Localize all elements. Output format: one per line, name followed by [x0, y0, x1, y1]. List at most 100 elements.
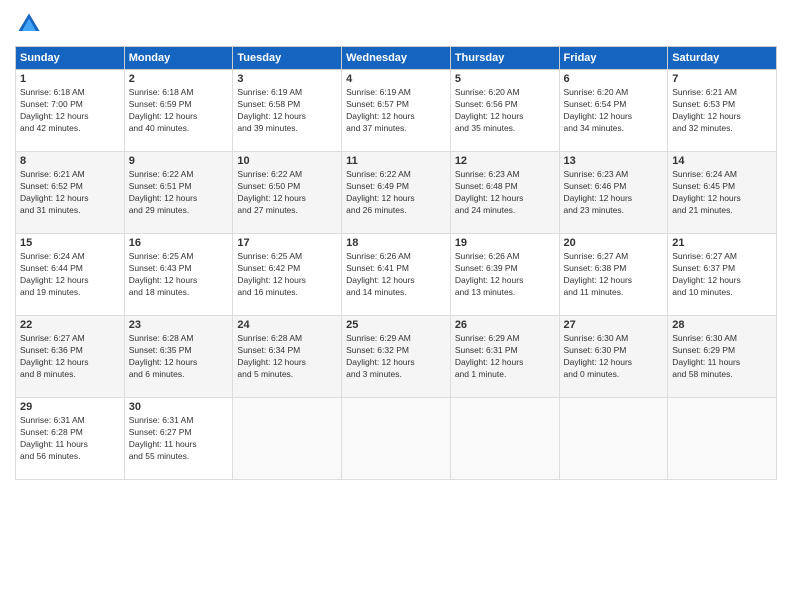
cell-text: Daylight: 12 hours	[237, 357, 337, 369]
col-saturday: Saturday	[668, 47, 777, 70]
cell-text: Daylight: 11 hours	[20, 439, 120, 451]
col-thursday: Thursday	[450, 47, 559, 70]
calendar-cell: 30Sunrise: 6:31 AMSunset: 6:27 PMDayligh…	[124, 398, 233, 480]
calendar-cell: 12Sunrise: 6:23 AMSunset: 6:48 PMDayligh…	[450, 152, 559, 234]
calendar-cell: 21Sunrise: 6:27 AMSunset: 6:37 PMDayligh…	[668, 234, 777, 316]
cell-text: Sunrise: 6:24 AM	[20, 251, 120, 263]
day-number: 22	[20, 319, 120, 331]
cell-text: Sunrise: 6:22 AM	[237, 169, 337, 181]
cell-text: Sunrise: 6:30 AM	[564, 333, 664, 345]
cell-text: Sunrise: 6:25 AM	[237, 251, 337, 263]
cell-text: Sunset: 6:39 PM	[455, 263, 555, 275]
cell-text: Sunrise: 6:21 AM	[672, 87, 772, 99]
col-wednesday: Wednesday	[342, 47, 451, 70]
cell-text: Sunrise: 6:20 AM	[455, 87, 555, 99]
col-monday: Monday	[124, 47, 233, 70]
cell-text: Daylight: 12 hours	[237, 275, 337, 287]
cell-text: Sunset: 6:43 PM	[129, 263, 229, 275]
calendar-cell: 2Sunrise: 6:18 AMSunset: 6:59 PMDaylight…	[124, 70, 233, 152]
day-number: 26	[455, 319, 555, 331]
cell-text: and 14 minutes.	[346, 287, 446, 299]
cell-text: and 5 minutes.	[237, 369, 337, 381]
cell-text: Daylight: 12 hours	[672, 275, 772, 287]
cell-text: Sunset: 6:52 PM	[20, 181, 120, 193]
cell-text: Daylight: 12 hours	[237, 111, 337, 123]
day-number: 6	[564, 73, 664, 85]
calendar-cell	[559, 398, 668, 480]
cell-text: Sunrise: 6:28 AM	[129, 333, 229, 345]
cell-text: Daylight: 12 hours	[455, 193, 555, 205]
day-number: 2	[129, 73, 229, 85]
day-number: 18	[346, 237, 446, 249]
cell-text: Sunset: 6:56 PM	[455, 99, 555, 111]
week-row-4: 22 Sunrise: 6:27 AMSunset: 6:36 PM Dayligh…	[16, 316, 777, 398]
col-sunday: Sunday	[16, 47, 125, 70]
day-number: 4	[346, 73, 446, 85]
cell-text: Sunrise: 6:25 AM	[129, 251, 229, 263]
cell-text: Sunrise: 6:28 AM	[237, 333, 337, 345]
calendar-cell: 15Sunrise: 6:24 AMSunset: 6:44 PMDayligh…	[16, 234, 125, 316]
cell-text: Daylight: 12 hours	[20, 275, 120, 287]
cell-text: and 1 minute.	[455, 369, 555, 381]
cell-text: Sunset: 6:27 PM	[129, 427, 229, 439]
day-number: 17	[237, 237, 337, 249]
cell-text: Sunset: 6:36 PM	[20, 345, 120, 357]
day-number: 28	[672, 319, 772, 331]
cell-text: and 19 minutes.	[20, 287, 120, 299]
day-number: 30	[129, 401, 229, 413]
calendar-cell: 22Sunrise: 6:27 AMSunset: 6:36 PMDayligh…	[16, 316, 125, 398]
cell-text: Sunset: 6:59 PM	[129, 99, 229, 111]
calendar-cell: 17Sunrise: 6:25 AMSunset: 6:42 PMDayligh…	[233, 234, 342, 316]
cell-text: Sunset: 6:38 PM	[564, 263, 664, 275]
logo	[15, 10, 47, 38]
cell-text: and 10 minutes.	[672, 287, 772, 299]
cell-text: Sunset: 6:44 PM	[20, 263, 120, 275]
day-number: 16	[129, 237, 229, 249]
header	[15, 10, 777, 38]
cell-text: Daylight: 12 hours	[20, 111, 120, 123]
cell-text: and 39 minutes.	[237, 123, 337, 135]
cell-text: Daylight: 11 hours	[129, 439, 229, 451]
cell-text: Sunset: 6:54 PM	[564, 99, 664, 111]
cell-text: Daylight: 11 hours	[672, 357, 772, 369]
cell-text: and 0 minutes.	[564, 369, 664, 381]
cell-text: Sunset: 6:30 PM	[564, 345, 664, 357]
header-row: Sunday Monday Tuesday Wednesday Thursday…	[16, 47, 777, 70]
cell-text: Daylight: 12 hours	[455, 357, 555, 369]
calendar-cell: 13Sunrise: 6:23 AMSunset: 6:46 PMDayligh…	[559, 152, 668, 234]
cell-text: Sunrise: 6:27 AM	[20, 333, 120, 345]
calendar-cell: 20Sunrise: 6:27 AMSunset: 6:38 PMDayligh…	[559, 234, 668, 316]
cell-text: Daylight: 12 hours	[346, 357, 446, 369]
calendar-cell: 3Sunrise: 6:19 AMSunset: 6:58 PMDaylight…	[233, 70, 342, 152]
cell-text: Sunrise: 6:24 AM	[672, 169, 772, 181]
cell-text: Sunrise: 6:30 AM	[672, 333, 772, 345]
day-number: 21	[672, 237, 772, 249]
cell-text: Daylight: 12 hours	[672, 111, 772, 123]
cell-text: Sunrise: 6:23 AM	[564, 169, 664, 181]
cell-text: Sunset: 6:34 PM	[237, 345, 337, 357]
cell-text: and 37 minutes.	[346, 123, 446, 135]
cell-text: and 32 minutes.	[672, 123, 772, 135]
cell-text: and 16 minutes.	[237, 287, 337, 299]
cell-text: Daylight: 12 hours	[237, 193, 337, 205]
cell-text: Daylight: 12 hours	[346, 275, 446, 287]
day-number: 25	[346, 319, 446, 331]
cell-text: and 34 minutes.	[564, 123, 664, 135]
calendar-cell: 28Sunrise: 6:30 AMSunset: 6:29 PMDayligh…	[668, 316, 777, 398]
cell-text: Sunrise: 6:19 AM	[346, 87, 446, 99]
day-number: 24	[237, 319, 337, 331]
logo-icon	[15, 10, 43, 38]
cell-text: Sunset: 6:46 PM	[564, 181, 664, 193]
calendar-cell: 19Sunrise: 6:26 AMSunset: 6:39 PMDayligh…	[450, 234, 559, 316]
day-number: 5	[455, 73, 555, 85]
calendar-cell: 16Sunrise: 6:25 AMSunset: 6:43 PMDayligh…	[124, 234, 233, 316]
cell-text: Sunrise: 6:27 AM	[564, 251, 664, 263]
week-row-1: 1Sunrise: 6:18 AMSunset: 7:00 PMDaylight…	[16, 70, 777, 152]
calendar-table: Sunday Monday Tuesday Wednesday Thursday…	[15, 46, 777, 480]
day-number: 13	[564, 155, 664, 167]
cell-text: Sunset: 6:37 PM	[672, 263, 772, 275]
cell-text: and 26 minutes.	[346, 205, 446, 217]
cell-text: Daylight: 12 hours	[346, 111, 446, 123]
cell-text: Daylight: 12 hours	[672, 193, 772, 205]
cell-text: and 6 minutes.	[129, 369, 229, 381]
